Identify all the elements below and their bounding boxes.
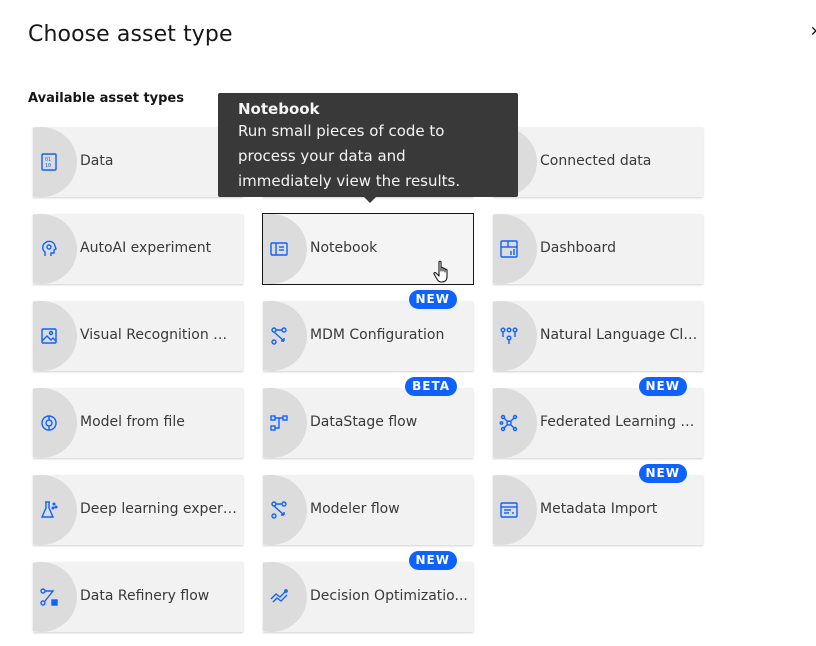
metadata-icon — [498, 499, 520, 521]
new-badge: NEW — [408, 290, 457, 309]
tile-label: Data — [80, 153, 114, 169]
mdm-icon — [268, 325, 290, 347]
modeler-icon — [268, 499, 290, 521]
tile-metadata-import[interactable]: Metadata Import — [493, 475, 703, 545]
decision-icon — [268, 586, 290, 608]
datastage-icon — [268, 412, 290, 434]
tile-label: Natural Language Cla... — [540, 327, 698, 343]
nlc-icon — [498, 325, 520, 347]
tile-visual-recognition[interactable]: Visual Recognition m... — [33, 301, 243, 371]
refinery-icon — [38, 586, 60, 608]
tile-label: Visual Recognition m... — [80, 327, 238, 343]
tile-label: Dashboard — [540, 240, 616, 256]
dashboard-icon — [498, 238, 520, 260]
data-icon: 01 10 — [38, 151, 60, 173]
tile-label: Deep learning experi... — [80, 501, 238, 517]
tile-autoai-experiment[interactable]: AutoAI experiment — [33, 214, 243, 284]
tile-modeler-flow[interactable]: Modeler flow — [263, 475, 473, 545]
notebook-tooltip: Notebook Run small pieces of code to pro… — [218, 93, 518, 203]
tile-model-from-file[interactable]: Model from file — [33, 388, 243, 458]
tile-data-refinery-flow[interactable]: Data Refinery flow — [33, 562, 243, 632]
tile-label: Modeler flow — [310, 501, 400, 517]
tile-federated-learning[interactable]: Federated Learning e... — [493, 388, 703, 458]
new-badge: NEW — [638, 377, 687, 396]
tile-decision-optimization[interactable]: Decision Optimizatio... — [263, 562, 473, 632]
section-label: Available asset types — [28, 91, 184, 106]
tile-deep-learning-experiment[interactable]: Deep learning experi... — [33, 475, 243, 545]
dialog-title: Choose asset type — [28, 22, 233, 47]
tile-natural-language-classifier[interactable]: Natural Language Cla... — [493, 301, 703, 371]
tooltip-title: Notebook — [238, 100, 320, 118]
flask-icon — [38, 499, 60, 521]
svg-text:10: 10 — [45, 163, 51, 169]
tooltip-body: Run small pieces of code to process your… — [238, 122, 461, 190]
tile-label: Connected data — [540, 153, 652, 169]
tile-label: Model from file — [80, 414, 185, 430]
hand-cursor-icon — [433, 260, 448, 283]
beta-badge: BETA — [405, 377, 457, 396]
new-badge: NEW — [408, 551, 457, 570]
visual-recognition-icon — [38, 325, 60, 347]
tile-label: Federated Learning e... — [540, 414, 698, 430]
tile-label: Metadata Import — [540, 501, 658, 517]
tile-datastage-flow[interactable]: DataStage flow — [263, 388, 473, 458]
federated-icon — [498, 412, 520, 434]
tile-label: Decision Optimizatio... — [310, 588, 468, 604]
notebook-icon — [268, 238, 290, 260]
tile-mdm-configuration[interactable]: MDM Configuration — [263, 301, 473, 371]
tile-label: Notebook — [310, 240, 378, 256]
tile-dashboard[interactable]: Dashboard — [493, 214, 703, 284]
close-icon[interactable]: ✕ — [810, 24, 816, 40]
tile-label: DataStage flow — [310, 414, 418, 430]
tile-data[interactable]: 01 10 Data — [33, 127, 243, 197]
model-icon — [38, 412, 60, 434]
new-badge: NEW — [638, 464, 687, 483]
tile-label: AutoAI experiment — [80, 240, 212, 256]
choose-asset-type-dialog: Choose asset type ✕ Available asset type… — [0, 0, 816, 646]
tile-label: MDM Configuration — [310, 327, 445, 343]
tile-label: Data Refinery flow — [80, 588, 210, 604]
tile-connected-data[interactable]: Connected data — [493, 127, 703, 197]
autoai-icon — [38, 238, 60, 260]
